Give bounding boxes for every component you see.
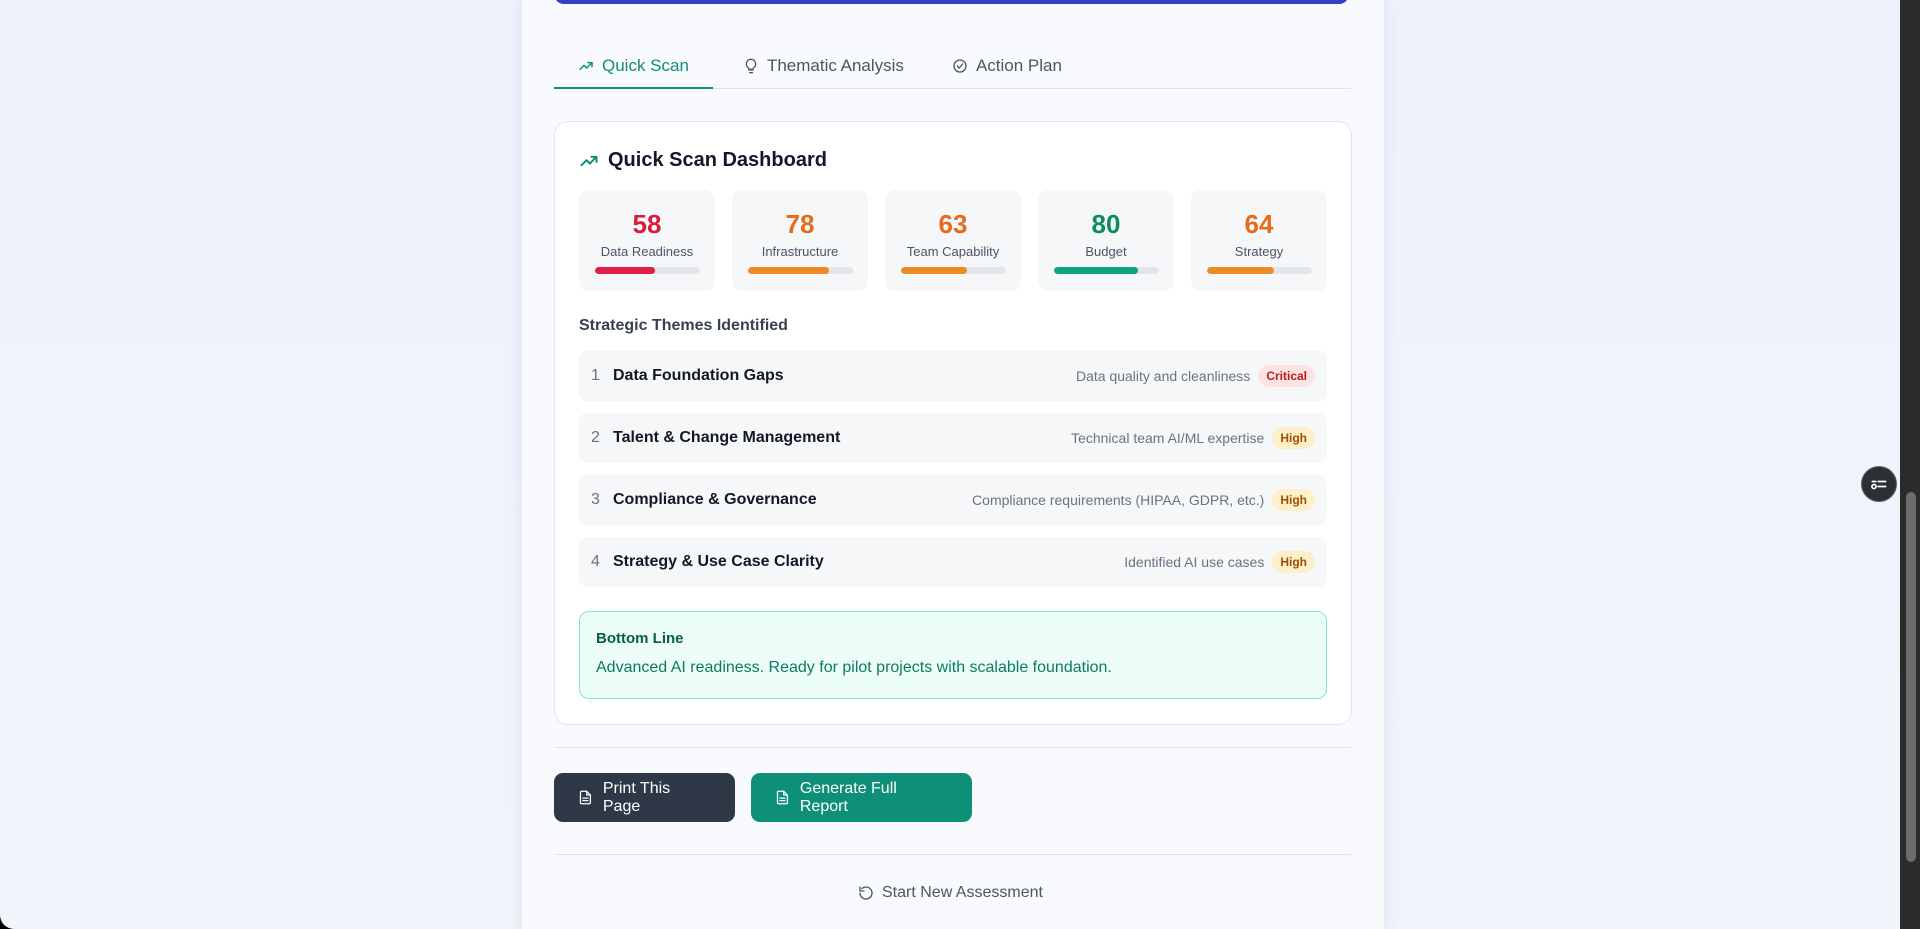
theme-description: Technical team AI/ML expertise <box>1071 430 1265 446</box>
metric-card: 78 Infrastructure <box>732 190 868 291</box>
theme-title: Data Foundation Gaps <box>613 367 784 384</box>
start-new-assessment-link[interactable]: Start New Assessment <box>858 884 1043 902</box>
metric-progress-fill <box>747 267 830 274</box>
theme-number: 3 <box>591 491 600 508</box>
theme-title: Talent & Change Management <box>613 429 841 446</box>
metric-progress-bar <box>1206 267 1312 274</box>
theme-row: 3 Compliance & Governance Compliance req… <box>579 475 1327 525</box>
metric-progress-fill <box>594 267 656 274</box>
metric-progress-fill <box>900 267 967 274</box>
quick-scan-panel: Quick Scan Dashboard 58 Data Readiness 7… <box>554 121 1352 725</box>
scrollbar-thumb[interactable] <box>1906 492 1916 862</box>
toggle-list-icon <box>1871 480 1887 490</box>
metric-progress-bar <box>900 267 1006 274</box>
metric-value: 58 <box>632 209 662 239</box>
header-accent-bar <box>554 0 1349 4</box>
theme-description: Compliance requirements (HIPAA, GDPR, et… <box>972 492 1265 508</box>
metric-card: 63 Team Capability <box>885 190 1021 291</box>
themes-heading: Strategic Themes Identified <box>579 317 788 334</box>
refresh-icon <box>859 886 873 900</box>
scrollbar-track[interactable] <box>1900 0 1920 929</box>
bottom-line-title: Bottom Line <box>596 630 684 647</box>
theme-title: Compliance & Governance <box>613 491 817 508</box>
theme-number: 1 <box>591 367 600 384</box>
metric-card: 58 Data Readiness <box>579 190 715 291</box>
tab-thematic-analysis[interactable]: Thematic Analysis <box>713 44 928 88</box>
lightbulb-icon <box>745 58 757 74</box>
document-icon <box>579 790 592 805</box>
bottom-line-callout: Bottom Line Advanced AI readiness. Ready… <box>579 611 1327 699</box>
tab-label: Thematic Analysis <box>766 56 904 75</box>
severity-badge: Critical <box>1258 365 1315 387</box>
theme-row: 1 Data Foundation Gaps Data quality and … <box>579 351 1327 401</box>
severity-badge: High <box>1272 427 1315 449</box>
metric-card: 64 Strategy <box>1191 190 1327 291</box>
theme-number: 4 <box>591 553 600 570</box>
check-circle-icon <box>953 59 967 73</box>
metric-progress-bar <box>594 267 700 274</box>
generate-report-button[interactable]: Generate Full Report <box>751 773 972 822</box>
trending-up-icon <box>579 61 593 70</box>
document-icon <box>776 790 789 805</box>
metric-label: Budget <box>1085 244 1127 259</box>
metric-value: 78 <box>785 209 815 239</box>
metric-value: 80 <box>1091 209 1121 239</box>
metric-progress-bar <box>1053 267 1159 274</box>
metric-label: Strategy <box>1234 244 1284 259</box>
theme-row: 2 Talent & Change Management Technical t… <box>579 413 1327 463</box>
section-divider <box>554 747 1351 748</box>
trending-up-icon <box>580 155 598 166</box>
app-viewport: Quick Scan Thematic Analysis Action Plan… <box>0 0 1920 929</box>
metric-card: 80 Budget <box>1038 190 1174 291</box>
section-divider <box>554 854 1351 855</box>
severity-badge: High <box>1272 489 1315 511</box>
tab-label: Action Plan <box>975 56 1062 75</box>
metric-progress-bar <box>747 267 853 274</box>
metric-label: Infrastructure <box>761 244 839 259</box>
panel-title: Quick Scan Dashboard <box>579 149 827 172</box>
metric-label: Data Readiness <box>600 244 694 259</box>
tab-bar: Quick Scan Thematic Analysis Action Plan <box>554 44 1351 89</box>
metric-progress-fill <box>1206 267 1274 274</box>
theme-number: 2 <box>591 429 600 446</box>
print-page-button[interactable]: Print This Page <box>554 773 735 822</box>
floating-toolbar-button[interactable] <box>1861 466 1897 502</box>
button-label: Generate Full Report <box>799 779 897 815</box>
theme-description: Data quality and cleanliness <box>1075 368 1251 384</box>
link-label: Start New Assessment <box>882 884 1043 901</box>
button-label: Print This Page <box>602 779 671 815</box>
metric-progress-fill <box>1053 267 1138 274</box>
tab-action-plan[interactable]: Action Plan <box>928 44 1086 88</box>
metric-value: 63 <box>938 209 968 239</box>
bottom-line-text: Advanced AI readiness. Ready for pilot p… <box>596 659 1112 676</box>
severity-badge: High <box>1272 551 1315 573</box>
tab-quick-scan[interactable]: Quick Scan <box>554 44 713 89</box>
theme-title: Strategy & Use Case Clarity <box>613 553 824 570</box>
tab-label: Quick Scan <box>602 55 689 75</box>
panel-title-text: Quick Scan Dashboard <box>608 149 827 171</box>
theme-row: 4 Strategy & Use Case Clarity Identified… <box>579 537 1327 587</box>
metric-label: Team Capability <box>906 244 1000 259</box>
themes-list: 1 Data Foundation Gaps Data quality and … <box>579 351 1327 599</box>
metric-cards: 58 Data Readiness 78 Infrastructure 63 T… <box>579 190 1327 291</box>
theme-description: Identified AI use cases <box>1124 554 1265 570</box>
metric-value: 64 <box>1244 209 1274 239</box>
